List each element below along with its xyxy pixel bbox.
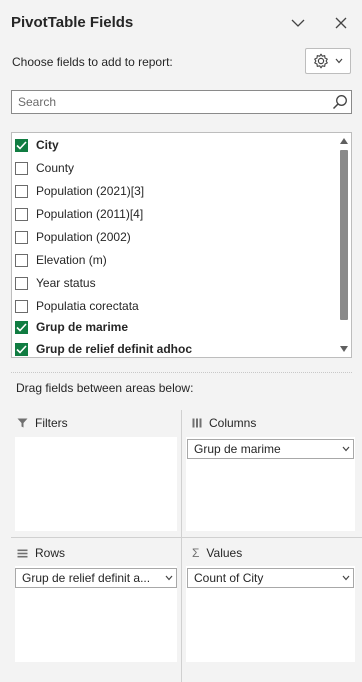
columns-area-header: Columns (192, 416, 256, 430)
gear-icon (314, 53, 328, 69)
rows-field-label: Grup de relief definit a... (22, 571, 151, 585)
checkbox-checked[interactable] (15, 320, 28, 334)
field-list-scrollbar[interactable] (337, 133, 351, 357)
field-item[interactable]: County (15, 158, 74, 178)
filter-icon (17, 418, 28, 428)
field-item-label: Year status (36, 276, 96, 290)
checkbox[interactable] (15, 276, 28, 290)
area-divider-horizontal (11, 537, 362, 538)
field-item-label: Elevation (m) (36, 253, 107, 267)
chevron-down-icon (291, 19, 305, 27)
chevron-down-icon (335, 58, 343, 64)
field-item-label: Population (2021)[3] (36, 184, 145, 198)
area-divider-vertical (181, 410, 182, 682)
rows-area-header: Rows (17, 546, 65, 560)
columns-field-label: Grup de marime (194, 442, 281, 456)
columns-icon (192, 418, 202, 428)
checkbox[interactable] (15, 230, 28, 244)
filters-area-header: Filters (17, 416, 68, 430)
scroll-down-icon[interactable] (340, 346, 348, 352)
field-item-label: County (36, 161, 75, 175)
checkmark-icon (16, 322, 27, 332)
search-field[interactable]: Search (11, 90, 352, 114)
close-icon (335, 17, 347, 29)
field-item-label: Populatia corectata (36, 299, 139, 313)
field-item-label: Population (2002) (36, 230, 131, 244)
field-item[interactable]: Population (2021)[3] (15, 181, 144, 201)
chevron-down-icon[interactable] (339, 446, 353, 452)
rows-field-pill[interactable]: Grup de relief definit a... (15, 568, 177, 588)
checkbox[interactable] (15, 207, 28, 221)
field-item[interactable]: Grup de marime (15, 317, 128, 337)
scroll-thumb[interactable] (340, 150, 348, 320)
sigma-icon: Σ (192, 546, 200, 560)
field-item[interactable]: Populatia corectata (15, 296, 139, 316)
columns-field-pill[interactable]: Grup de marime (187, 439, 354, 459)
field-item-label: Grup de relief definit adhoc (36, 342, 193, 356)
chevron-down-icon[interactable] (339, 575, 353, 581)
rows-area-label: Rows (35, 546, 66, 560)
field-item[interactable]: Population (2002) (15, 227, 131, 247)
field-item-label: Population (2011)[4] (36, 207, 144, 221)
checkbox-checked[interactable] (15, 138, 28, 152)
field-item[interactable]: Grup de relief definit adhoc (15, 339, 193, 357)
field-list: City County Population (2021)[3] Population… (11, 132, 352, 358)
scroll-up-icon[interactable] (340, 138, 348, 144)
values-field-label: Count of City (194, 571, 264, 585)
checkbox-checked[interactable] (15, 342, 28, 356)
divider (11, 372, 352, 373)
close-pane-button[interactable] (330, 12, 352, 34)
choose-fields-label: Choose fields to add to report: (12, 55, 173, 69)
values-drop-area[interactable]: Count of City (186, 566, 355, 662)
field-item-label: Grup de marime (36, 320, 129, 334)
values-area-header: Σ Values (192, 546, 242, 560)
columns-drop-area[interactable]: Grup de marime (186, 437, 355, 531)
filters-area-label: Filters (35, 416, 68, 430)
chevron-down-icon[interactable] (162, 575, 176, 581)
search-input[interactable]: Search (12, 95, 329, 109)
drag-fields-label: Drag fields between areas below: (16, 381, 194, 395)
field-item[interactable]: City (15, 135, 59, 155)
tools-gear-button[interactable] (305, 48, 351, 74)
pane-title: PivotTable Fields (11, 14, 134, 31)
checkmark-icon (16, 344, 27, 354)
columns-area-label: Columns (209, 416, 257, 430)
values-area-label: Values (206, 546, 243, 560)
field-item[interactable]: Year status (15, 273, 96, 293)
checkmark-icon (16, 140, 27, 150)
field-item[interactable]: Population (2011)[4] (15, 204, 143, 224)
checkbox[interactable] (15, 253, 28, 267)
pane-options-button[interactable] (287, 12, 309, 34)
rows-drop-area[interactable]: Grup de relief definit a... (15, 566, 177, 662)
checkbox[interactable] (15, 161, 28, 175)
rows-icon (17, 549, 28, 557)
checkbox[interactable] (15, 184, 28, 198)
field-item-label: City (36, 138, 59, 152)
values-field-pill[interactable]: Count of City (187, 568, 354, 588)
filters-drop-area[interactable] (15, 437, 177, 531)
search-icon[interactable] (329, 91, 351, 113)
field-item[interactable]: Elevation (m) (15, 250, 107, 270)
checkbox[interactable] (15, 299, 28, 313)
